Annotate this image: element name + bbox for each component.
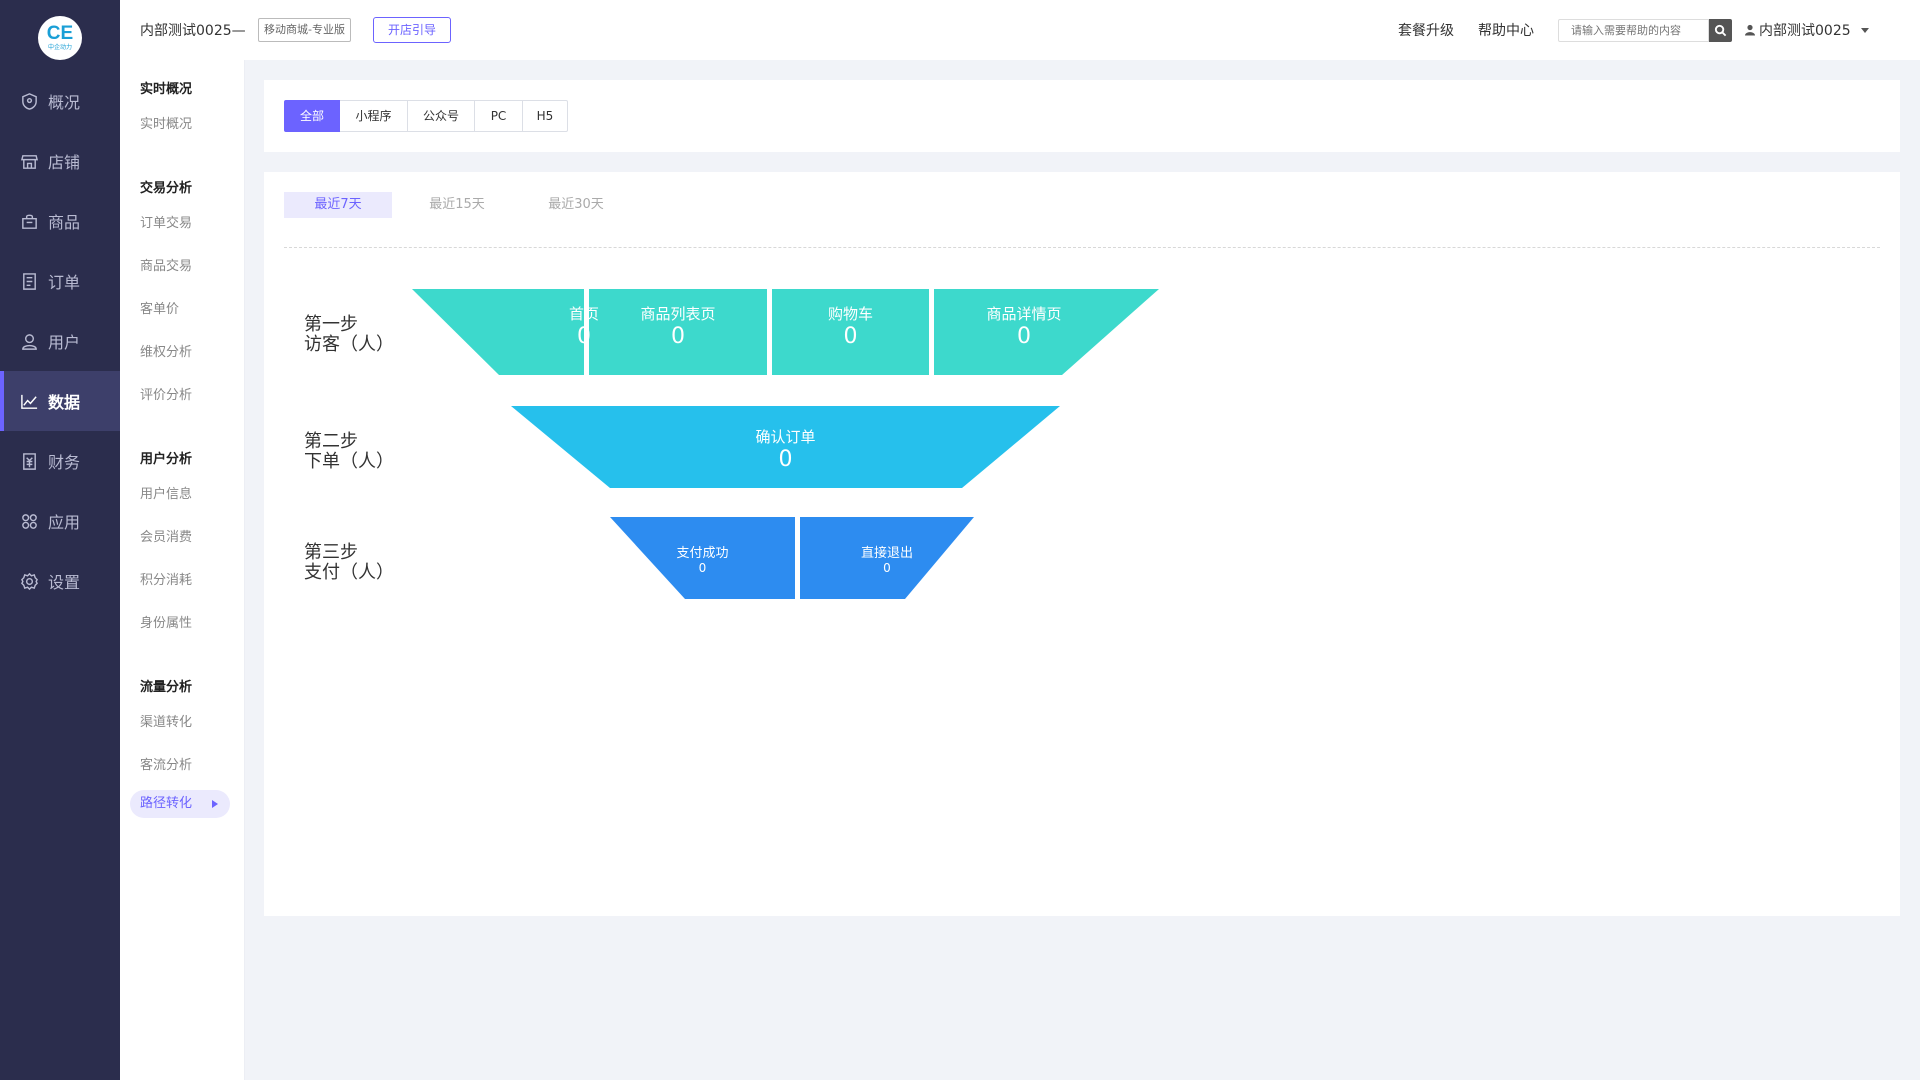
submenu-item-rights[interactable]: 维权分析 xyxy=(140,341,192,360)
nav-item-apps[interactable]: 应用 xyxy=(0,491,120,551)
submenu-item-goods-trade[interactable]: 商品交易 xyxy=(140,255,192,274)
segment-value: 0 xyxy=(671,324,685,349)
nav-label: 财务 xyxy=(48,453,81,472)
channel-tabs: 全部 小程序 公众号 PC H5 xyxy=(284,100,568,132)
funnel-segment-text: 购物车 0 xyxy=(772,303,929,349)
nav-label: 商品 xyxy=(48,213,81,232)
submenu-item-order-trade[interactable]: 订单交易 xyxy=(140,212,192,231)
tab-pc[interactable]: PC xyxy=(475,100,523,132)
nav-item-overview[interactable]: 概况 xyxy=(0,71,120,131)
segment-label: 商品列表页 xyxy=(640,305,716,323)
gear-icon xyxy=(21,572,38,590)
search-button[interactable] xyxy=(1709,19,1732,42)
document-icon xyxy=(23,272,36,290)
tab-h5[interactable]: H5 xyxy=(523,100,568,132)
nav-label: 用户 xyxy=(48,333,81,352)
submenu-item-reviews[interactable]: 评价分析 xyxy=(140,384,192,403)
submenu-item-channel[interactable]: 渠道转化 xyxy=(140,711,192,730)
submenu-item-path-conversion[interactable]: 路径转化 xyxy=(130,790,230,818)
nav-label: 设置 xyxy=(48,573,81,592)
segment-label: 购物车 xyxy=(827,305,873,323)
submenu-item-label: 路径转化 xyxy=(140,796,193,811)
submenu-group-title: 实时概况 xyxy=(140,82,193,97)
search-icon xyxy=(1714,24,1727,37)
nav-item-finance[interactable]: 财务 xyxy=(0,431,120,491)
tab-mini-program[interactable]: 小程序 xyxy=(340,100,408,132)
submenu-item-unit-price[interactable]: 客单价 xyxy=(140,298,179,317)
submenu-item-user-info[interactable]: 用户信息 xyxy=(140,483,192,502)
path-conversion-card: 最近7天 最近15天 最近30天 第一步 访客（人） 第二步 下单（人） 第三步… xyxy=(264,172,1900,916)
bag-icon xyxy=(22,214,37,229)
nav-label: 订单 xyxy=(48,273,81,292)
shop-name: 内部测试0025— xyxy=(140,23,246,39)
nav-label: 应用 xyxy=(48,513,81,532)
store-icon xyxy=(20,154,39,169)
submenu-item-identity[interactable]: 身份属性 xyxy=(140,612,192,631)
submenu-group-title: 交易分析 xyxy=(140,181,193,196)
submenu-group-title: 用户分析 xyxy=(140,452,193,467)
tab-official-account[interactable]: 公众号 xyxy=(408,100,475,132)
finance-icon xyxy=(23,452,36,470)
apps-icon xyxy=(22,513,37,529)
nav-item-data[interactable]: 数据 xyxy=(0,371,120,431)
segment-value: 0 xyxy=(843,324,858,349)
submenu-item-points[interactable]: 积分消耗 xyxy=(140,569,192,588)
chevron-down-icon xyxy=(1860,27,1869,33)
main-sidebar: CE 中企动力 概况 店铺 商品 订单 用户 数据 财务 应用 设置 xyxy=(0,0,120,1080)
app-logo[interactable]: CE 中企动力 xyxy=(38,16,82,60)
help-center-link[interactable]: 帮助中心 xyxy=(1478,20,1534,40)
submenu-group-title: 流量分析 xyxy=(140,680,193,695)
caret-right-icon xyxy=(212,800,218,808)
user-menu[interactable]: 内部测试0025 xyxy=(1744,20,1869,40)
upgrade-link[interactable]: 套餐升级 xyxy=(1398,20,1454,40)
submenu-item-traffic[interactable]: 客流分析 xyxy=(140,754,192,773)
submenu-item-member-spend[interactable]: 会员消费 xyxy=(140,526,192,545)
segment-value: 0 xyxy=(778,447,793,472)
data-submenu: 实时概况 实时概况 交易分析 订单交易 商品交易 客单价 维权分析 评价分析 用… xyxy=(120,0,245,1080)
funnel-segment-text: 商品列表页 0 xyxy=(589,303,767,349)
channel-filter-card: 全部 小程序 公众号 PC H5 xyxy=(264,80,1900,152)
shield-icon xyxy=(22,92,37,110)
logo-mark: CE xyxy=(46,23,74,44)
segment-label: 确认订单 xyxy=(755,428,816,446)
logo-text: 中企动力 xyxy=(47,44,72,51)
tab-all[interactable]: 全部 xyxy=(284,100,340,132)
nav-item-goods[interactable]: 商品 xyxy=(0,191,120,251)
segment-label: 直接退出 xyxy=(860,546,913,561)
store-guide-button[interactable]: 开店引导 xyxy=(373,17,452,43)
nav-label: 概况 xyxy=(48,93,81,112)
user-icon xyxy=(1745,24,1755,36)
username: 内部测试0025 xyxy=(1759,23,1851,39)
nav-item-orders[interactable]: 订单 xyxy=(0,251,120,311)
user-icon xyxy=(22,333,37,350)
segment-value: 0 xyxy=(883,561,891,575)
submenu-item-realtime[interactable]: 实时概况 xyxy=(140,113,192,132)
funnel-segment-text: 支付成功 0 xyxy=(610,542,795,575)
chart-icon xyxy=(21,394,38,409)
funnel-segment-text: 确认订单 0 xyxy=(511,426,1060,472)
nav-item-users[interactable]: 用户 xyxy=(0,311,120,371)
segment-label: 商品详情页 xyxy=(986,305,1062,323)
funnel-segment-text: 商品详情页 0 xyxy=(934,303,1114,349)
segment-value: 0 xyxy=(698,561,707,575)
nav-label: 店铺 xyxy=(48,153,81,172)
help-search-input[interactable] xyxy=(1558,19,1709,42)
nav-label: 数据 xyxy=(48,393,81,412)
conversion-funnel xyxy=(412,289,1159,599)
funnel-segment-text: 直接退出 0 xyxy=(800,542,974,575)
top-header: 内部测试0025— 移动商城-专业版 开店引导 套餐升级 帮助中心 内部测试00… xyxy=(120,0,1920,60)
nav-item-store[interactable]: 店铺 xyxy=(0,131,120,191)
edition-badge: 移动商城-专业版 xyxy=(258,18,351,42)
segment-value: 0 xyxy=(1017,324,1031,349)
segment-label: 支付成功 xyxy=(676,546,729,561)
nav-item-settings[interactable]: 设置 xyxy=(0,551,120,611)
